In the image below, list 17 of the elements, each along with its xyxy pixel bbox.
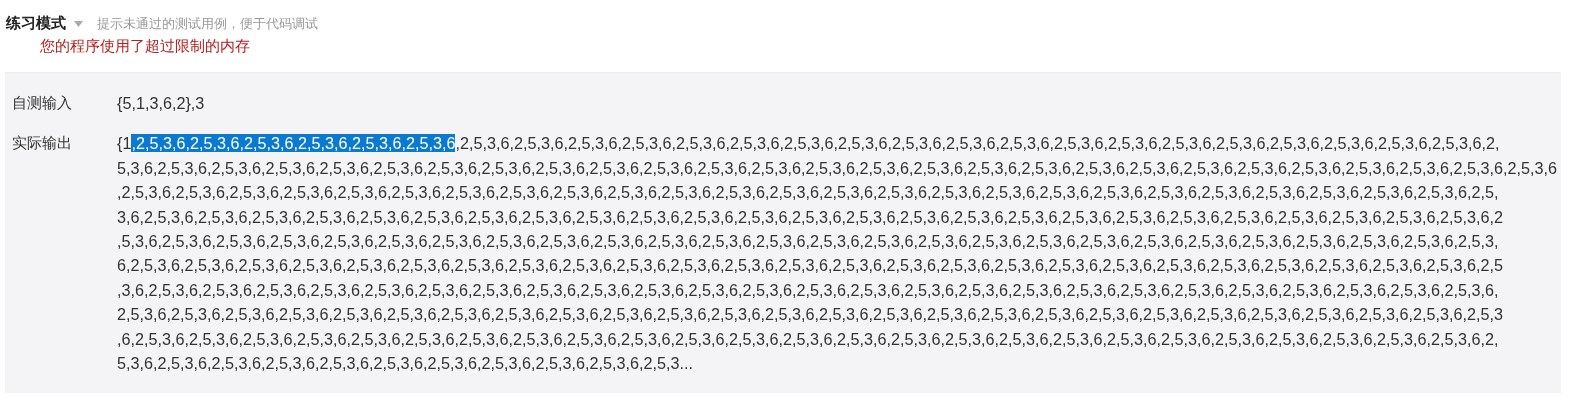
output-line: ,3,6,2,5,3,6,2,5,3,6,2,5,3,6,2,5,3,6,2,5,3,6,2,5,3,6,2,5,3,6,2,5,3,6,2,5,3,6,2,5,3,6,2,5,3,6,2,5,3,6,2,5,3,6,2,5,3,6,2,5,3,6,2,5,3,6,2,5,3,6,2,5,3,6,2,5,3,6,2,5,3,6,2,5,3,6,2,5,3,6,2,5,3,6,2,5,3,6,2,5,3,6, xyxy=(117,279,1500,301)
output-line: 3,6,2,5,3,6,2,5,3,6,2,5,3,6,2,5,3,6,2,5,3,6,2,5,3,6,2,5,3,6,2,5,3,6,2,5,3,6,2,5,3,6,2,5,3,6,2,5,3,6,2,5,3,6,2,5,3,6,2,5,3,6,2,5,3,6,2,5,3,6,2,5,3,6,2,5,3,6,2,5,3,6,2,5,3,6,2,5,3,6,2,5,3,6,2,5,3,6,2,5,3,6,2 xyxy=(117,206,1504,228)
output-line: 5,3,6,2,5,3,6,2,5,3,6,2,5,3,6,2,5,3,6,2,5,3,6,2,5,3,6,2,5,3,6,2,5,3,6,2,5,3,6,2,5,3,6,2,5,3,6,2,5,3,6,2,5,3,6,2,5,3,6,2,5,3,6,2,5,3,6,2,5,3,6,2,5,3,6,2,5,3,6,2,5,3,6,2,5,3,6,2,5,3,6,2,5,3,6,2,5,3,6,2,5,3,6,2,5,3,6 xyxy=(117,157,1557,179)
error-message: 您的程序使用了超过限制的内存 xyxy=(39,36,251,56)
output-line: ,2,5,3,6,2,5,3,6,2,5,3,6,2,5,3,6,2,5,3,6,2,5,3,6,2,5,3,6,2,5,3,6,2,5,3,6,2,5,3,6,2,5,3,6,2,5,3,6,2,5,3,6,2,5,3,6,2,5,3,6,2,5,3,6,2,5,3,6,2,5,3,6,2,5,3,6,2,5,3,6,2,5,3,6,2,5,3,6,2,5,3,6,2,5,3,6,2,5,3,6,2,5, xyxy=(117,182,1500,204)
hint-text: 提示未通过的测试用例，便于代码调试 xyxy=(97,14,318,33)
row-label: 实际输出 xyxy=(11,133,73,155)
row-label: 自测输入 xyxy=(11,93,73,114)
output-line: 6,2,5,3,6,2,5,3,6,2,5,3,6,2,5,3,6,2,5,3,6,2,5,3,6,2,5,3,6,2,5,3,6,2,5,3,6,2,5,3,6,2,5,3,6,2,5,3,6,2,5,3,6,2,5,3,6,2,5,3,6,2,5,3,6,2,5,3,6,2,5,3,6,2,5,3,6,2,5,3,6,2,5,3,6,2,5,3,6,2,5,3,6,2,5,3,6,2,5,3,6,2,5 xyxy=(117,255,1504,277)
output-line: {5,1,3,6,2},3 xyxy=(117,93,205,114)
output-line: 5,3,6,2,5,3,6,2,5,3,6,2,5,3,6,2,5,3,6,2,5,3,6,2,5,3,6,2,5,3,6,2,5,3,6,2,5,3,6,2,5,3... xyxy=(117,353,694,375)
caret-icon[interactable] xyxy=(74,20,83,27)
output-line: ,6,2,5,3,6,2,5,3,6,2,5,3,6,2,5,3,6,2,5,3,6,2,5,3,6,2,5,3,6,2,5,3,6,2,5,3,6,2,5,3,6,2,5,3,6,2,5,3,6,2,5,3,6,2,5,3,6,2,5,3,6,2,5,3,6,2,5,3,6,2,5,3,6,2,5,3,6,2,5,3,6,2,5,3,6,2,5,3,6,2,5,3,6,2,5,3,6,2,5,3,6,2, xyxy=(117,328,1500,350)
output-line: {1,2,5,3,6,2,5,3,6,2,5,3,6,2,5,3,6,2,5,3,6,2,5,3,6,2,5,3,6,2,5,3,6,2,5,3,6,2,5,3,6,2,5,3,6,2,5,3,6,2,5,3,6,2,5,3,6,2,5,3,6,2,5,3,6,2,5,3,6,2,5,3,6,2,5,3,6,2,5,3,6,2,5,3,6,2,5,3,6,2,5,3,6,2,5,3,6,2,5,3,6,2, xyxy=(117,133,1501,155)
output-line: ,5,3,6,2,5,3,6,2,5,3,6,2,5,3,6,2,5,3,6,2,5,3,6,2,5,3,6,2,5,3,6,2,5,3,6,2,5,3,6,2,5,3,6,2,5,3,6,2,5,3,6,2,5,3,6,2,5,3,6,2,5,3,6,2,5,3,6,2,5,3,6,2,5,3,6,2,5,3,6,2,5,3,6,2,5,3,6,2,5,3,6,2,5,3,6,2,5,3,6,2,5,3, xyxy=(117,231,1500,253)
output-line: 2,5,3,6,2,5,3,6,2,5,3,6,2,5,3,6,2,5,3,6,2,5,3,6,2,5,3,6,2,5,3,6,2,5,3,6,2,5,3,6,2,5,3,6,2,5,3,6,2,5,3,6,2,5,3,6,2,5,3,6,2,5,3,6,2,5,3,6,2,5,3,6,2,5,3,6,2,5,3,6,2,5,3,6,2,5,3,6,2,5,3,6,2,5,3,6,2,5,3,6,2,5,3 xyxy=(117,304,1504,326)
mode-title: 练习模式 xyxy=(6,14,66,33)
